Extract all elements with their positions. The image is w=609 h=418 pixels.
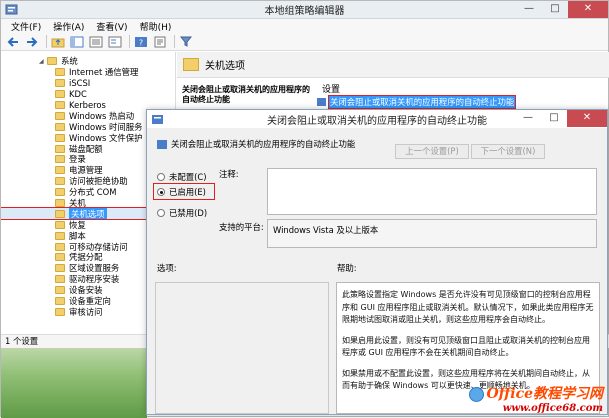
radio-circle [157, 188, 165, 196]
folder-icon [55, 144, 65, 153]
folder-icon [183, 58, 199, 71]
dialog-subtitle: 关闭会阻止或取消关机的应用程序的自动终止功能 [157, 138, 355, 150]
folder-icon [55, 133, 65, 142]
help-paragraph: 如果启用此设置，则没有可见顶级窗口且阻止或取消关机的控制台应用程序或 GUI 应… [342, 335, 590, 358]
tree-item[interactable]: KDC [1, 89, 175, 100]
globe-logo-icon [469, 386, 485, 402]
folder-icon [55, 199, 65, 208]
tree-item-label: KDC [69, 89, 87, 100]
comment-label: 注释: [219, 169, 239, 179]
supported-platform-value: Windows Vista 及以上版本 [267, 219, 597, 248]
dialog-maximize-button[interactable]: □ [541, 110, 567, 127]
folder-icon [55, 122, 65, 131]
policy-setting-icon [317, 98, 326, 106]
close-button[interactable]: ✕ [568, 1, 608, 18]
menu-bar: 文件(F) 操作(A) 查看(V) 帮助(H) [1, 19, 608, 33]
folder-icon [55, 101, 65, 109]
radio-disabled[interactable]: 已禁用(D) [157, 207, 207, 219]
folder-icon [55, 286, 65, 295]
radio-label: 已禁用(D) [169, 208, 208, 218]
options-panel [155, 282, 329, 414]
folder-icon [55, 79, 65, 88]
forward-arrow-icon[interactable] [24, 35, 40, 49]
filter-icon[interactable] [178, 35, 194, 49]
tree-item-label: Kerberos [69, 100, 106, 110]
policy-title: 关闭会阻止或取消关机的应用程序的自动终止功能 [182, 85, 310, 104]
dialog-minimize-button[interactable]: — [515, 110, 541, 127]
help-label: 帮助: [337, 263, 357, 273]
watermark: Office教程学习网 www.office68.com [469, 383, 603, 414]
help-paragraph: 此策略设置指定 Windows 是否允许没有可见顶级窗口的控制台应用程序和 GU… [342, 290, 594, 324]
folder-icon [55, 242, 65, 251]
list-view-icon[interactable] [88, 35, 104, 49]
desktop-background [1, 348, 147, 418]
options-label: 选项: [157, 263, 177, 273]
toolbar: ? [1, 33, 608, 51]
folder-icon [47, 57, 57, 66]
supported-platform-label: 支持的平台: [219, 222, 264, 232]
comment-textarea[interactable] [267, 168, 597, 215]
radio-label: 已启用(E) [169, 187, 206, 197]
tree-item-label: 审核访问 [69, 306, 103, 317]
expand-triangle-icon[interactable]: ◢ [39, 58, 45, 65]
folder-icon [55, 177, 65, 186]
watermark-line2: www.office68.com [502, 403, 603, 414]
minimize-button[interactable]: — [516, 1, 542, 18]
folder-icon [55, 209, 65, 218]
menu-help[interactable]: 帮助(H) [134, 20, 178, 33]
detail-header-title: 关机选项 [205, 61, 245, 72]
watermark-line1: Office教程学习网 [486, 386, 603, 402]
previous-setting-button[interactable]: 上一个设置(P) [395, 144, 469, 159]
tree-item-label: Internet 通信管理 [69, 67, 139, 78]
folder-icon [55, 253, 65, 262]
folder-icon [55, 275, 65, 284]
radio-circle [157, 173, 165, 181]
up-folder-icon[interactable] [50, 35, 66, 49]
tree-item-label: iSCSI [69, 78, 91, 89]
show-hide-tree-icon[interactable] [69, 35, 85, 49]
next-setting-button[interactable]: 下一个设置(N) [471, 144, 545, 159]
tree-item[interactable]: ◢ 系统 [1, 56, 175, 67]
folder-icon [55, 297, 65, 306]
radio-enabled[interactable]: 已启用(E) [157, 186, 206, 198]
folder-icon [55, 155, 65, 164]
menu-view[interactable]: 查看(V) [90, 20, 133, 33]
tree-item[interactable]: Internet 通信管理 [1, 67, 175, 78]
export-list-icon[interactable] [107, 35, 123, 49]
properties-icon[interactable] [152, 35, 168, 49]
menu-action[interactable]: 操作(A) [47, 20, 90, 33]
dialog-close-button[interactable]: ✕ [567, 110, 607, 127]
tree-item[interactable]: iSCSI [1, 78, 175, 89]
dialog-title-bar[interactable]: 关闭会阻止或取消关机的应用程序的自动终止功能 — □ ✕ [147, 110, 607, 128]
folder-icon [55, 90, 65, 99]
policy-setting-dialog: 关闭会阻止或取消关机的应用程序的自动终止功能 — □ ✕ 关闭会阻止或取消关机的… [146, 109, 608, 415]
folder-icon [55, 231, 65, 240]
title-bar[interactable]: 本地组策略编辑器 — □ ✕ [1, 1, 608, 19]
setting-row[interactable]: 关闭会阻止或取消关机的应用程序的自动终止功能 [317, 95, 607, 109]
folder-icon [55, 220, 65, 229]
toolbar-separator [129, 35, 130, 48]
policy-setting-icon [157, 139, 167, 149]
radio-not-configured[interactable]: 未配置(C) [157, 171, 207, 183]
toolbar-separator [174, 35, 175, 48]
toolbar-separator [46, 35, 47, 48]
folder-icon [55, 111, 65, 120]
maximize-button[interactable]: □ [542, 1, 568, 18]
radio-circle [157, 209, 165, 217]
menu-file[interactable]: 文件(F) [5, 20, 47, 33]
folder-icon [55, 188, 65, 197]
dialog-subtitle-text: 关闭会阻止或取消关机的应用程序的自动终止功能 [171, 139, 356, 149]
radio-label: 未配置(C) [169, 172, 207, 182]
detail-header: 关机选项 [177, 52, 609, 78]
folder-icon [55, 264, 65, 273]
back-arrow-icon[interactable] [5, 35, 21, 49]
setting-row-label: 关闭会阻止或取消关机的应用程序的自动终止功能 [327, 95, 517, 109]
folder-icon [55, 68, 65, 77]
folder-icon [55, 307, 65, 316]
folder-icon [55, 166, 65, 175]
help-icon[interactable]: ? [133, 35, 149, 49]
svg-text:?: ? [139, 38, 143, 47]
settings-column-header[interactable]: 设置 [322, 82, 340, 95]
